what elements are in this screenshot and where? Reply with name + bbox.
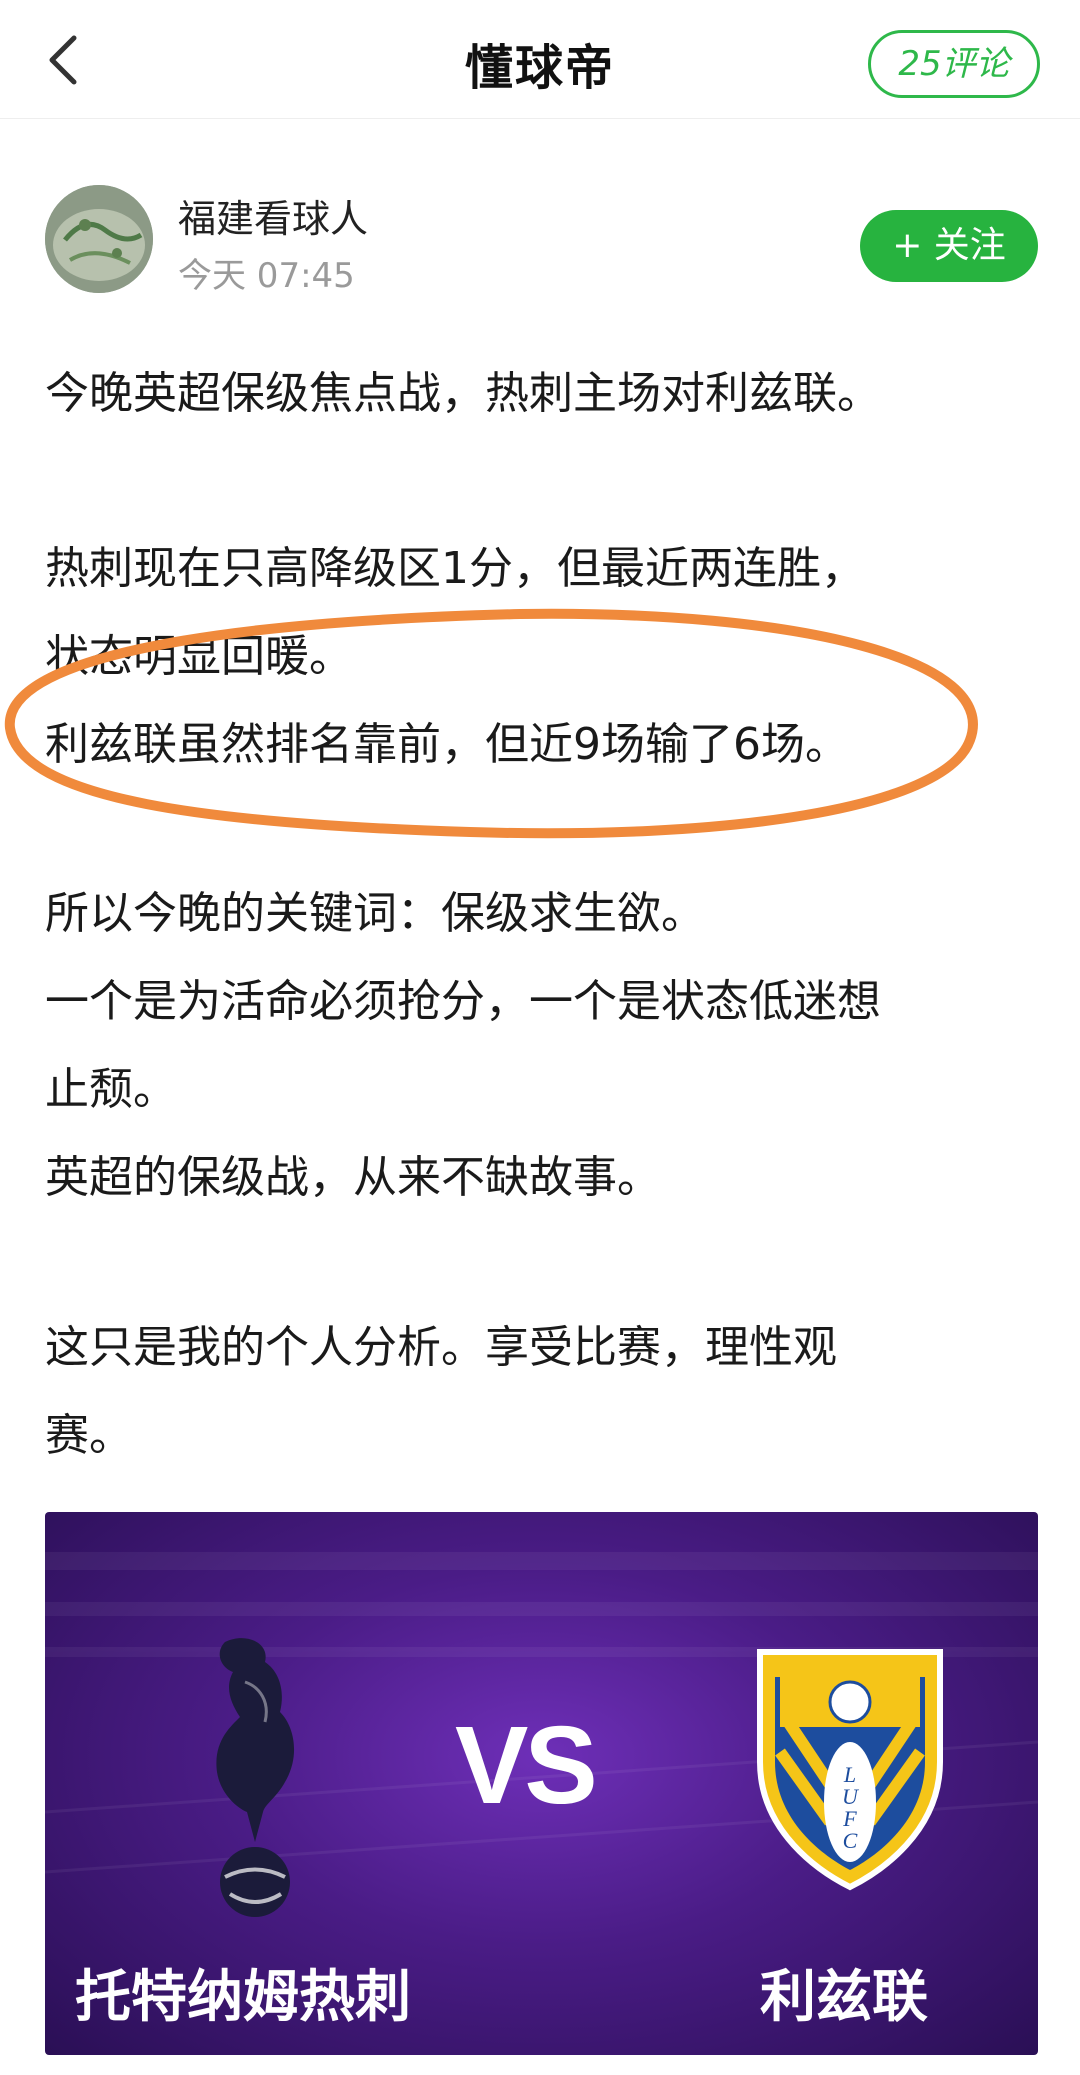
post-paragraph-6: 英超的保级战，从来不缺故事。	[45, 1152, 661, 1203]
comments-button[interactable]: 25评论	[868, 30, 1040, 98]
post-paragraph-7a: 这只是我的个人分析。享受比赛，理性观	[45, 1322, 837, 1373]
tottenham-crest-icon	[216, 1638, 295, 1917]
post-paragraph-2b: 状态明显回暖。	[45, 631, 353, 682]
leeds-crest-icon: L U F C	[757, 1649, 943, 1891]
avatar[interactable]	[45, 185, 153, 293]
follow-button[interactable]: + 关注	[860, 210, 1038, 282]
away-team-name: 利兹联	[760, 1965, 928, 2030]
top-bar: 懂球帝 25评论	[0, 0, 1080, 119]
post-paragraph-2a: 热刺现在只高降级区1分，但最近两连胜，	[45, 543, 865, 594]
post-paragraph-7b: 赛。	[45, 1410, 133, 1461]
svg-text:C: C	[843, 1828, 858, 1853]
match-image[interactable]: VS L U F C 托特纳姆热刺 利兹联	[45, 1512, 1038, 2055]
post-paragraph-3: 利兹联虽然排名靠前，但近9场输了6场。	[45, 719, 849, 770]
vs-label: VS	[455, 1704, 598, 1827]
post-paragraph-5b: 止颓。	[45, 1064, 177, 1115]
post-time: 今天 07:45	[178, 256, 355, 296]
post-paragraph-4: 所以今晚的关键词：保级求生欲。	[45, 888, 705, 939]
post-paragraph-5a: 一个是为活命必须抢分，一个是状态低迷想	[45, 976, 881, 1027]
post-paragraph-1: 今晚英超保级焦点战，热刺主场对利兹联。	[45, 368, 881, 419]
author-name[interactable]: 福建看球人	[178, 188, 368, 243]
home-team-name: 托特纳姆热刺	[75, 1965, 411, 2030]
